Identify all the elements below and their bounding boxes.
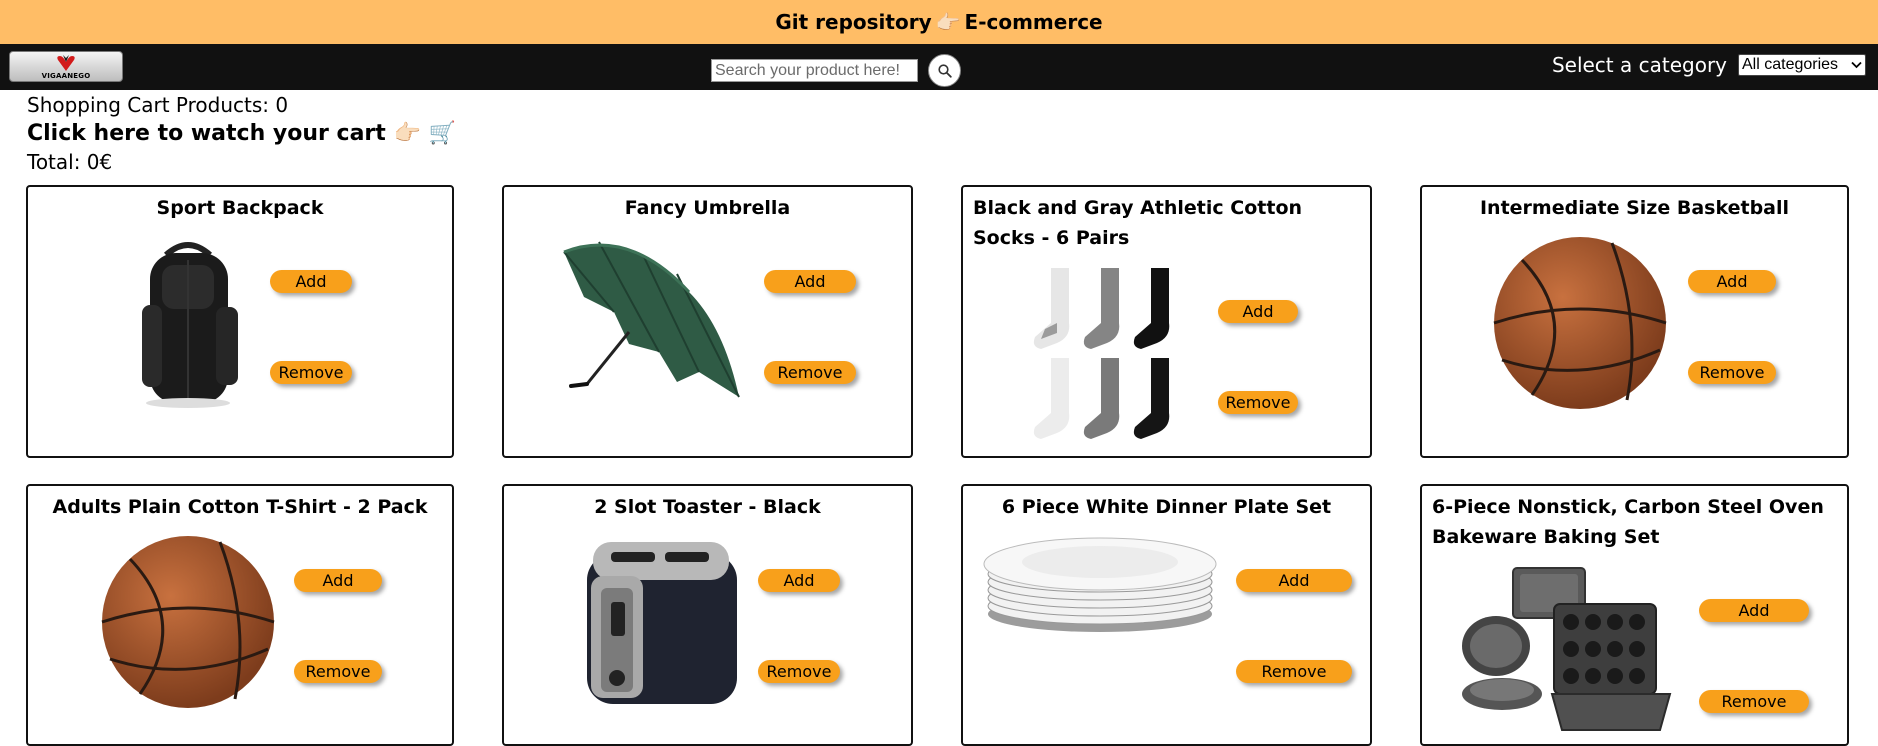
product-title: 2 Slot Toaster - Black	[594, 496, 821, 518]
product-title: 6-Piece Nonstick, Carbon Steel Oven Bake…	[1432, 496, 1824, 548]
remove-button[interactable]: Remove	[1236, 660, 1352, 683]
product-title: 6 Piece White Dinner Plate Set	[1001, 496, 1332, 518]
category-label: Select a category	[1551, 53, 1727, 77]
cart-summary: Shopping Cart Products: 0 Click here to …	[0, 90, 1878, 174]
product-card: Fancy Umbrella Add Remove	[502, 185, 913, 458]
add-button[interactable]: Add	[1699, 599, 1809, 622]
product-card: 6-Piece Nonstick, Carbon Steel Oven Bake…	[1420, 484, 1849, 746]
cart-product-count: Shopping Cart Products: 0	[27, 93, 289, 117]
add-button[interactable]: Add	[758, 569, 840, 592]
backpack-image	[142, 242, 238, 408]
umbrella-image	[563, 241, 740, 398]
basketball-image	[1493, 237, 1667, 409]
search-bar	[711, 54, 961, 87]
logo-text: VIGAANEGO	[41, 71, 91, 80]
banner-text-left: Git repository	[775, 10, 932, 34]
basketball-image	[101, 536, 275, 708]
product-card: Sport Backpack Add Remove	[26, 185, 454, 458]
pointing-hand-icon: 👉🏻	[935, 10, 961, 34]
product-card: Black and Gray Athletic Cotton Socks - 6…	[961, 185, 1372, 458]
top-banner[interactable]: Git repository 👉🏻 E-commerce	[0, 0, 1878, 44]
category-selected-value: All categories	[1742, 56, 1839, 73]
remove-button[interactable]: Remove	[270, 361, 352, 384]
product-card: 2 Slot Toaster - Black Add Remove	[502, 484, 913, 746]
product-card: Adults Plain Cotton T-Shirt - 2 Pack Add…	[26, 484, 454, 746]
banner-text-right: E-commerce	[964, 10, 1103, 34]
logo[interactable]: VIGAANEGO	[9, 51, 123, 82]
search-icon	[937, 63, 952, 78]
add-button[interactable]: Add	[764, 270, 856, 293]
logo-emblem-icon	[57, 54, 75, 71]
toaster-image	[587, 542, 737, 704]
product-card: 6 Piece White Dinner Plate Set Add Remov…	[961, 484, 1372, 746]
search-button[interactable]	[928, 54, 961, 87]
remove-button[interactable]: Remove	[764, 361, 856, 384]
bakeware-image	[1462, 567, 1672, 731]
product-title: Sport Backpack	[156, 197, 324, 219]
socks-image	[1033, 268, 1170, 439]
remove-button[interactable]: Remove	[294, 660, 382, 683]
product-card: Intermediate Size Basketball Add Remove	[1420, 185, 1849, 458]
navbar: VIGAANEGO Select a category All categori…	[0, 44, 1878, 90]
add-button[interactable]: Add	[270, 270, 352, 293]
remove-button[interactable]: Remove	[1699, 690, 1809, 713]
cart-total: Total: 0€	[27, 150, 113, 174]
remove-button[interactable]: Remove	[758, 660, 840, 683]
product-title: Black and Gray Athletic Cotton Socks - 6…	[973, 197, 1303, 249]
watch-cart-link[interactable]: Click here to watch your cart 👉🏻 🛒	[27, 118, 456, 150]
product-title: Intermediate Size Basketball	[1479, 197, 1790, 219]
add-button[interactable]: Add	[1218, 300, 1298, 323]
search-input[interactable]	[711, 59, 918, 82]
plates-image	[983, 537, 1217, 632]
add-button[interactable]: Add	[1688, 270, 1776, 293]
add-button[interactable]: Add	[1236, 569, 1352, 592]
product-title: Fancy Umbrella	[624, 197, 791, 219]
product-title: Adults Plain Cotton T-Shirt - 2 Pack	[52, 496, 428, 518]
remove-button[interactable]: Remove	[1688, 361, 1776, 384]
remove-button[interactable]: Remove	[1218, 391, 1298, 414]
chevron-down-icon	[1851, 61, 1862, 69]
add-button[interactable]: Add	[294, 569, 382, 592]
category-select[interactable]: All categories	[1738, 54, 1866, 76]
category-filter: Select a category All categories	[1552, 53, 1866, 77]
